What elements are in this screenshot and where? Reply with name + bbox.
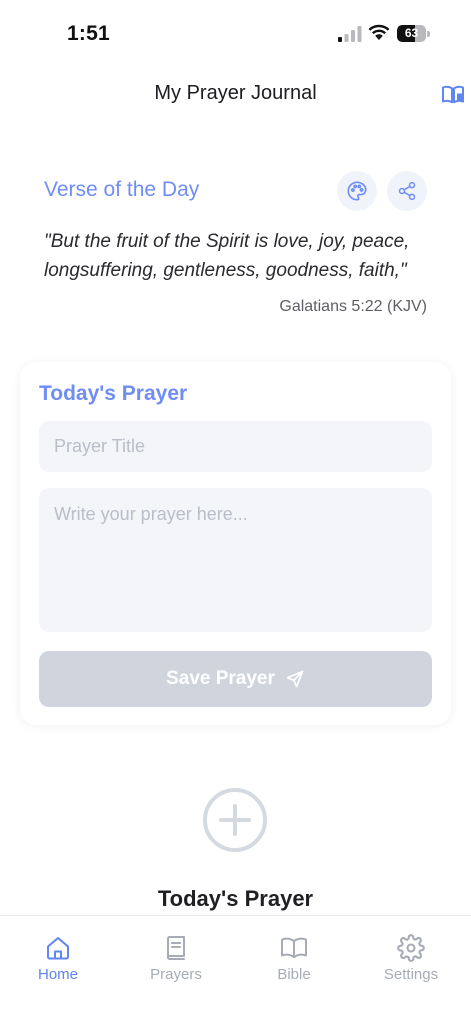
- save-prayer-label: Save Prayer: [166, 668, 275, 689]
- prayer-title-input[interactable]: [39, 421, 432, 472]
- tab-prayers-label: Prayers: [150, 966, 202, 983]
- empty-state-title: Today's Prayer: [157, 886, 314, 911]
- palette-icon: [347, 181, 367, 201]
- bible-reader-button[interactable]: [441, 84, 465, 106]
- cellular-signal-icon: [338, 26, 362, 42]
- tab-settings[interactable]: Settings: [361, 934, 461, 990]
- share-icon: [398, 181, 416, 201]
- verse-reference: Galatians 5:22 (KJV): [279, 298, 427, 315]
- verse-text: "But the fruit of the Spirit is love, jo…: [44, 231, 410, 281]
- verse-of-the-day-heading: Verse of the Day: [44, 178, 200, 201]
- battery-level: 63: [404, 26, 419, 40]
- book-open-icon: [281, 937, 307, 958]
- gear-icon: [397, 934, 425, 962]
- status-time: 1:51: [67, 22, 110, 45]
- plus-circle-icon: [203, 788, 267, 852]
- home-icon: [47, 937, 69, 960]
- save-prayer-button[interactable]: Save Prayer: [39, 651, 432, 707]
- page-title: My Prayer Journal: [154, 82, 317, 104]
- tab-home-label: Home: [37, 966, 78, 983]
- tab-bible-label: Bible: [277, 966, 311, 983]
- tab-settings-label: Settings: [383, 966, 439, 983]
- prayer-entry-card: Today's Prayer Save Prayer: [20, 362, 451, 725]
- prayer-body-input[interactable]: [39, 488, 432, 632]
- book-icon: [167, 936, 185, 960]
- book-open-icon: [442, 85, 464, 104]
- bottom-tab-bar: Home Prayers Bible Settings: [0, 915, 471, 1025]
- share-verse-button[interactable]: [387, 171, 427, 211]
- tab-bible[interactable]: Bible: [244, 934, 344, 990]
- tab-prayers[interactable]: Prayers: [126, 934, 226, 990]
- prayer-card-heading: Today's Prayer: [39, 382, 188, 405]
- wifi-icon: [368, 24, 390, 40]
- battery-indicator: 63: [397, 25, 431, 42]
- send-icon: [286, 670, 304, 688]
- tab-home[interactable]: Home: [8, 934, 108, 990]
- verse-theme-button[interactable]: [337, 171, 377, 211]
- add-prayer-button[interactable]: [202, 787, 268, 853]
- status-bar: 1:51 63: [0, 0, 471, 62]
